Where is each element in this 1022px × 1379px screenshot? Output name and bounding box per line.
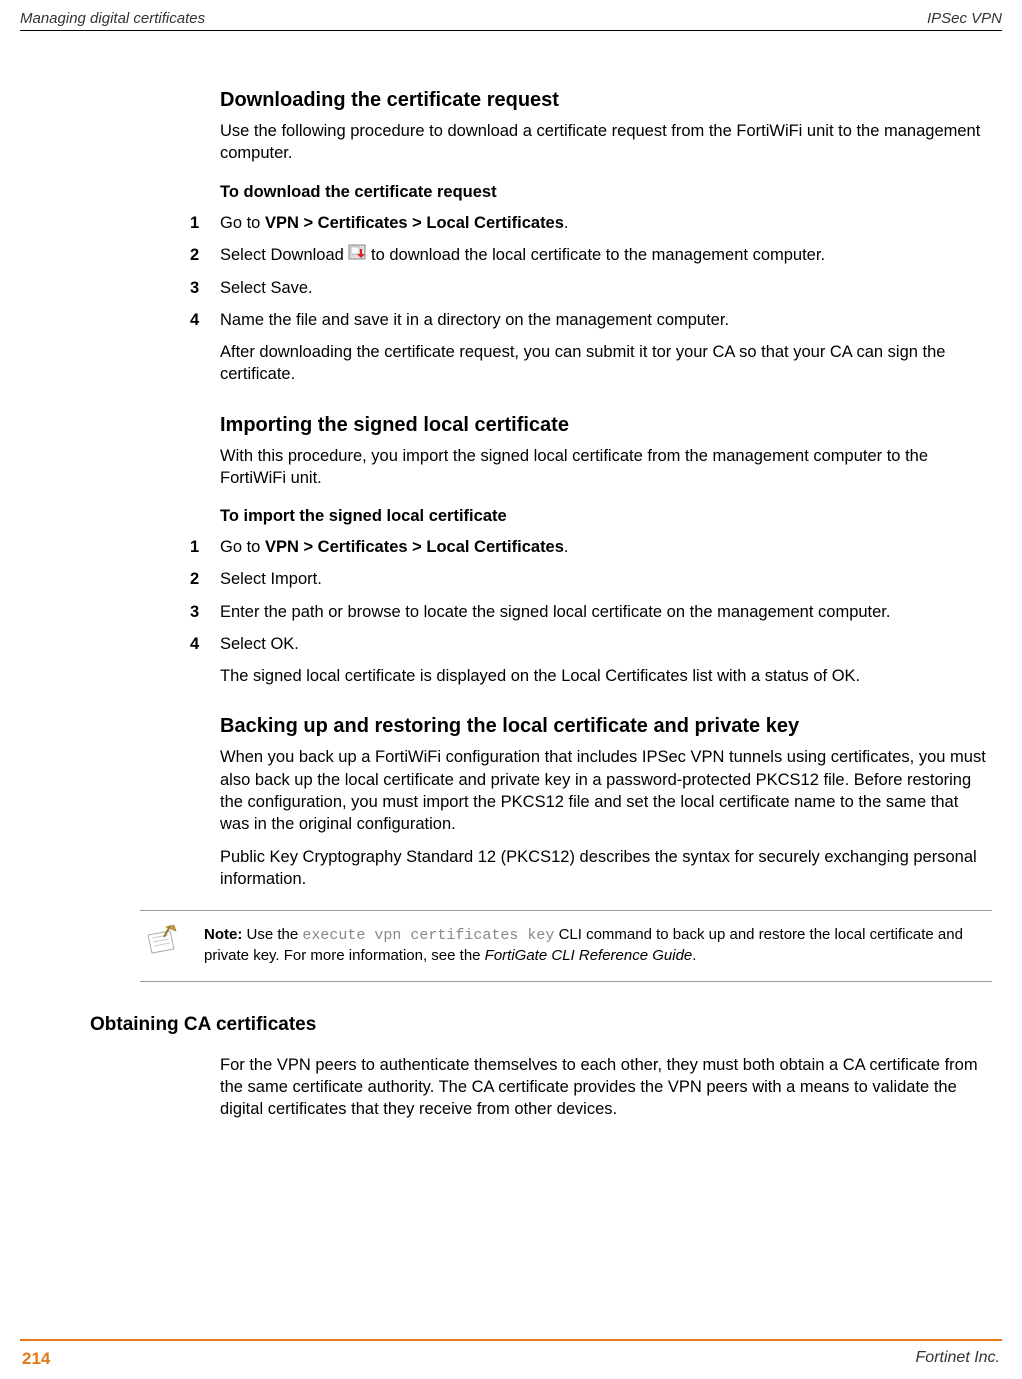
step-number: 4	[190, 309, 220, 331]
step-row: 3 Enter the path or browse to locate the…	[190, 601, 992, 623]
step-text-after: to download the local certificate to the…	[366, 246, 825, 264]
post-text-s1: After downloading the certificate reques…	[220, 341, 992, 386]
heading-obtaining-ca: Obtaining CA certificates	[90, 1014, 992, 1036]
header-right: IPSec VPN	[927, 10, 1002, 27]
subheading-import: To import the signed local certificate	[220, 507, 992, 526]
step-number: 4	[190, 633, 220, 655]
step-number: 3	[190, 601, 220, 623]
note-text: Note: Use the execute vpn certificates k…	[204, 925, 992, 967]
step-row: 1 Go to VPN > Certificates > Local Certi…	[190, 536, 992, 558]
step-text: Select Download to download the local ce…	[220, 244, 992, 267]
note-icon	[140, 925, 180, 967]
step-number: 1	[190, 212, 220, 234]
note-t3: .	[692, 947, 696, 964]
step-row: 2 Select Import.	[190, 568, 992, 590]
step-text-bold: VPN > Certificates > Local Certificates	[265, 214, 564, 232]
step-text-before: Go to	[220, 214, 265, 232]
step-text: Go to VPN > Certificates > Local Certifi…	[220, 536, 992, 558]
header-left: Managing digital certificates	[20, 10, 205, 27]
subheading-download: To download the certificate request	[220, 183, 992, 202]
step-row: 2 Select Download to download the local …	[190, 244, 992, 267]
heading-downloading-cert-request: Downloading the certificate request	[220, 89, 992, 112]
para-s3-2: Public Key Cryptography Standard 12 (PKC…	[220, 846, 992, 891]
footer-rule	[20, 1339, 1002, 1341]
post-text-s2: The signed local certificate is displaye…	[220, 665, 992, 687]
footer-right: Fortinet Inc.	[916, 1349, 1000, 1369]
step-text-after: .	[564, 214, 569, 232]
page-number: 214	[22, 1349, 50, 1369]
step-text: Select OK.	[220, 633, 992, 655]
step-text-before: Go to	[220, 538, 265, 556]
step-row: 4 Select OK.	[190, 633, 992, 655]
step-text: Go to VPN > Certificates > Local Certifi…	[220, 212, 992, 234]
step-number: 3	[190, 277, 220, 299]
step-text-before: Select Download	[220, 246, 348, 264]
page-content: Downloading the certificate request Use …	[0, 31, 1022, 1120]
heading-backing-up: Backing up and restoring the local certi…	[220, 715, 992, 738]
step-text: Select Import.	[220, 568, 992, 590]
step-text: Name the file and save it in a directory…	[220, 309, 992, 331]
page-header: Managing digital certificates IPSec VPN	[0, 0, 1022, 30]
download-icon	[348, 244, 366, 266]
step-text-bold: VPN > Certificates > Local Certificates	[265, 538, 564, 556]
heading-importing-signed-cert: Importing the signed local certificate	[220, 414, 992, 437]
step-text: Enter the path or browse to locate the s…	[220, 601, 992, 623]
note-label: Note:	[204, 926, 242, 943]
step-row: 4 Name the file and save it in a directo…	[190, 309, 992, 331]
step-number: 2	[190, 244, 220, 267]
intro-s1: Use the following procedure to download …	[220, 120, 992, 165]
note-ref: FortiGate CLI Reference Guide	[485, 947, 693, 964]
step-row: 3 Select Save.	[190, 277, 992, 299]
step-number: 1	[190, 536, 220, 558]
para-s4-1: For the VPN peers to authenticate themse…	[220, 1054, 992, 1121]
intro-s2: With this procedure, you import the sign…	[220, 445, 992, 490]
note-box: Note: Use the execute vpn certificates k…	[140, 910, 992, 982]
step-number: 2	[190, 568, 220, 590]
note-code: execute vpn certificates key	[302, 927, 554, 944]
note-t1: Use the	[242, 926, 302, 943]
step-text: Select Save.	[220, 277, 992, 299]
step-row: 1 Go to VPN > Certificates > Local Certi…	[190, 212, 992, 234]
page-footer: 214 Fortinet Inc.	[0, 1343, 1022, 1369]
para-s3-1: When you back up a FortiWiFi configurati…	[220, 746, 992, 835]
step-text-after: .	[564, 538, 569, 556]
